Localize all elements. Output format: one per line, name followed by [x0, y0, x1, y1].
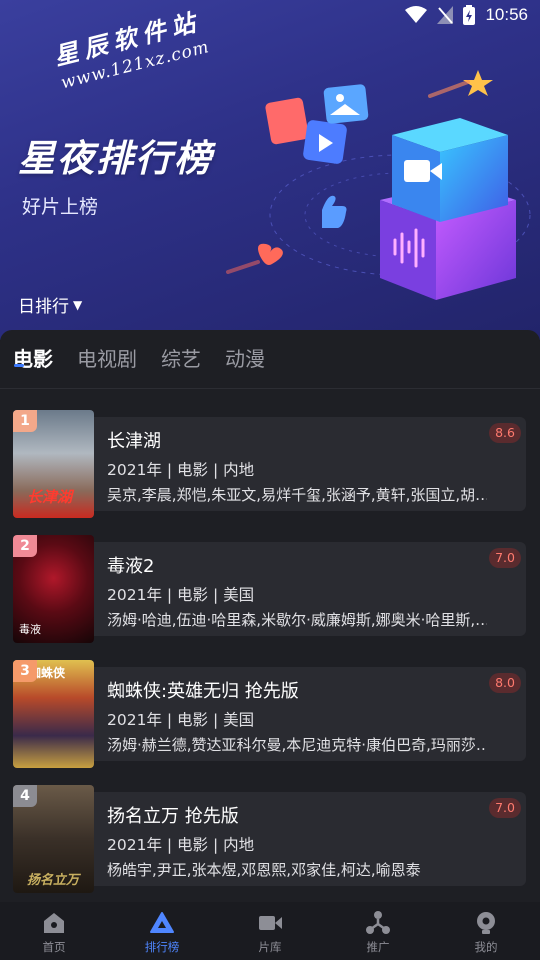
list-item[interactable]: 8.0 蜘蛛侠 3 蜘蛛侠:英雄无归 抢先版 2021年 | 电影 | 美国 汤… [13, 660, 526, 770]
rank-period-selector[interactable]: 日排行 ▼ [18, 292, 82, 317]
video-library-icon [259, 916, 282, 930]
status-time: 10:56 [485, 5, 528, 24]
score-badge: 7.0 [489, 798, 521, 818]
item-cast: 汤姆·哈迪,伍迪·哈里森,米歇尔·威廉姆斯,娜奥米·哈里斯,… [107, 611, 487, 629]
poster-title: 扬名立万 [27, 873, 80, 888]
nav-label: 首页 [42, 940, 66, 954]
bottom-navigation: 首页 排行榜 片库 推广 我的 [0, 902, 540, 960]
rank-period-label: 日排行 [18, 297, 69, 317]
nav-label: 片库 [258, 940, 282, 954]
rank-badge: 1 [13, 410, 37, 432]
hero-banner: 10:56 星辰软件站 www.121xz.com 星夜排行榜 好片上榜 日排行… [0, 0, 540, 340]
poster-title: 毒液 [19, 623, 41, 636]
item-title: 扬名立万 抢先版 [107, 806, 239, 827]
item-cast: 汤姆·赫兰德,赞达亚科尔曼,本尼迪克特·康伯巴奇,玛丽莎… [107, 736, 487, 754]
share-icon [366, 911, 390, 934]
profile-icon [477, 912, 495, 934]
home-icon [44, 913, 64, 933]
hero-subtitle: 好片上榜 [22, 196, 99, 218]
item-cast: 杨皓宇,尹正,张本煜,邓恩熙,邓家佳,柯达,喻恩泰 [107, 861, 421, 879]
battery-icon [463, 5, 476, 25]
item-cast: 吴京,李晨,郑恺,朱亚文,易烊千玺,张涵予,黄轩,张国立,胡… [107, 486, 487, 504]
nav-label: 我的 [474, 940, 498, 954]
rank-badge: 4 [13, 785, 37, 807]
hero-title: 星夜排行榜 [18, 137, 213, 180]
caret-down-icon: ▼ [73, 297, 83, 312]
rank-badge: 2 [13, 535, 37, 557]
item-title: 毒液2 [107, 556, 155, 577]
divider [0, 388, 540, 389]
poster-title: 长津湖 [27, 488, 73, 506]
item-title: 长津湖 [107, 431, 161, 452]
ranking-icon [150, 912, 174, 933]
nav-profile[interactable]: 我的 [432, 902, 540, 960]
tab-tv-series[interactable]: 电视剧 [77, 344, 137, 384]
nav-promote[interactable]: 推广 [324, 902, 432, 960]
active-tab-indicator [14, 364, 24, 367]
rank-badge: 3 [13, 660, 37, 682]
tab-anime[interactable]: 动漫 [225, 344, 265, 384]
nav-library[interactable]: 片库 [216, 902, 324, 960]
list-item[interactable]: 8.6 长津湖 1 长津湖 2021年 | 电影 | 内地 吴京,李晨,郑恺,朱… [13, 410, 526, 520]
nav-ranking[interactable]: 排行榜 [108, 902, 216, 960]
nav-label: 推广 [366, 940, 390, 954]
score-badge: 7.0 [489, 548, 521, 568]
wifi-icon [405, 6, 428, 23]
item-meta: 2021年 | 电影 | 美国 [107, 711, 255, 729]
ranking-panel: 电影 电视剧 综艺 动漫 8.6 长津湖 1 长津湖 2021年 | 电影 | … [0, 330, 540, 960]
item-meta: 2021年 | 电影 | 美国 [107, 586, 255, 604]
score-badge: 8.0 [489, 673, 521, 693]
list-item[interactable]: 7.0 毒液 2 毒液2 2021年 | 电影 | 美国 汤姆·哈迪,伍迪·哈里… [13, 535, 526, 645]
score-badge: 8.6 [489, 423, 521, 443]
nav-label: 排行榜 [144, 940, 180, 954]
no-signal-icon [437, 6, 454, 24]
item-meta: 2021年 | 电影 | 内地 [107, 836, 255, 854]
status-bar: 10:56 [0, 0, 540, 30]
nav-home[interactable]: 首页 [0, 902, 108, 960]
item-meta: 2021年 | 电影 | 内地 [107, 461, 255, 479]
tab-variety[interactable]: 综艺 [161, 344, 201, 384]
list-item[interactable]: 7.0 扬名立万 4 扬名立万 抢先版 2021年 | 电影 | 内地 杨皓宇,… [13, 785, 526, 895]
item-title: 蜘蛛侠:英雄无归 抢先版 [107, 681, 299, 702]
category-tabs: 电影 电视剧 综艺 动漫 [0, 344, 265, 384]
